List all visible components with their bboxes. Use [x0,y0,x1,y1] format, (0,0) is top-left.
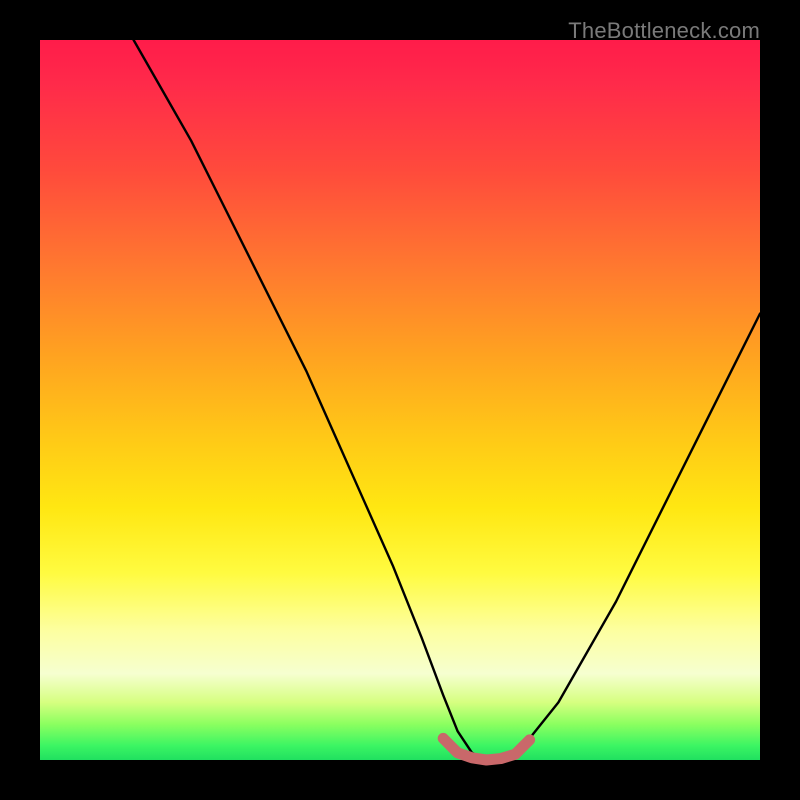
optimal-band-path [443,738,529,760]
curve-svg [40,40,760,760]
bottleneck-curve-path [134,40,760,760]
plot-area [40,40,760,760]
chart-frame: TheBottleneck.com [0,0,800,800]
